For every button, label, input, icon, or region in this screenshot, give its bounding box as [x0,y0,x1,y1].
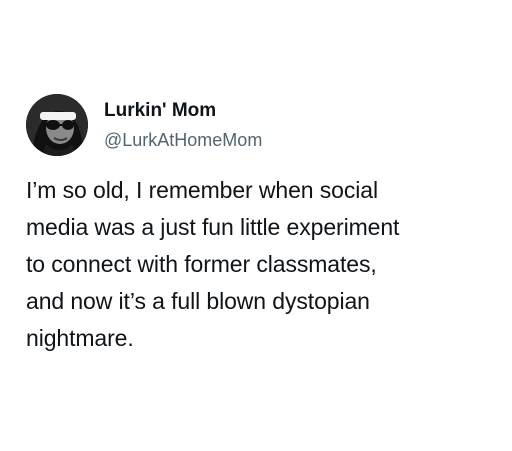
author-names: Lurkin' Mom @LurkAtHomeMom [104,99,262,151]
tweet-card: Lurkin' Mom @LurkAtHomeMom I’m so old, I… [0,0,512,451]
user-handle[interactable]: @LurkAtHomeMom [104,129,262,151]
tweet-text: I’m so old, I remember when social media… [26,177,400,351]
profile-avatar-icon[interactable] [26,94,88,156]
avatar-image [26,94,88,156]
display-name[interactable]: Lurkin' Mom [104,99,262,123]
tweet-header: Lurkin' Mom @LurkAtHomeMom [26,94,262,156]
